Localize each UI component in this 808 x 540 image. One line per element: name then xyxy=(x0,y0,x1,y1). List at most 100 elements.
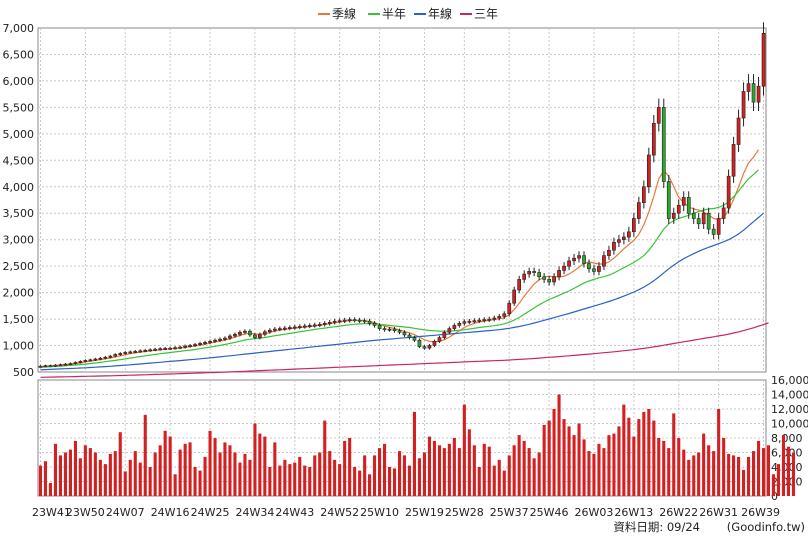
price-tick-label: 4,500 xyxy=(3,154,35,167)
candle-body xyxy=(636,202,641,219)
volume-bar xyxy=(268,467,272,496)
price-axis: 500 1,000 1,500 2,000 2,500 3,000 3,500 4,000 4,… xyxy=(3,22,35,379)
candle-body xyxy=(706,212,711,230)
volume-bar xyxy=(432,440,436,496)
x-tick-label: 25W10 xyxy=(360,506,399,519)
candle-body xyxy=(457,322,462,326)
candle-body xyxy=(118,353,123,356)
volume-bar xyxy=(203,456,207,496)
volume-tick-label: 2,000 xyxy=(771,476,803,489)
volume-bar xyxy=(83,445,87,497)
volume-bar xyxy=(637,419,641,496)
candle-body xyxy=(183,345,188,348)
stock-chart: 500 1,000 1,500 2,000 2,500 3,000 3,500 4,000 4,… xyxy=(0,0,808,540)
candle-body xyxy=(262,331,267,335)
volume-bar xyxy=(662,440,666,496)
candle-body xyxy=(721,207,726,219)
candle-body xyxy=(312,324,317,327)
volume-bar xyxy=(318,452,322,496)
candle-body xyxy=(607,250,611,256)
candle-body xyxy=(671,212,676,219)
candle-body xyxy=(397,330,402,333)
volume-bar xyxy=(43,461,47,496)
candle-body xyxy=(63,363,68,366)
volume-tick-label: 14,000 xyxy=(771,389,808,402)
candle-body xyxy=(467,320,472,323)
candle-body xyxy=(567,260,571,267)
candle-body xyxy=(487,318,492,321)
candle-body xyxy=(621,236,626,240)
volume-bar xyxy=(567,426,571,496)
volume-bar xyxy=(198,470,202,496)
candle-body xyxy=(587,263,591,270)
price-tick-label: 4,000 xyxy=(3,181,35,194)
x-axis: 23W4123W50 24W07 24W16 24W25 24W34 24W43 24W52… xyxy=(32,506,780,519)
candle-body xyxy=(746,83,751,92)
volume-bar xyxy=(757,440,761,496)
volume-bar xyxy=(502,470,506,496)
volume-bar xyxy=(353,467,357,496)
volume-bar xyxy=(672,413,676,496)
candle-body xyxy=(248,330,252,336)
volume-bar xyxy=(278,465,282,496)
candle-body xyxy=(502,313,507,317)
volume-bar xyxy=(682,449,686,496)
volume-bar xyxy=(78,458,82,496)
volume-bar xyxy=(273,442,277,496)
volume-bar xyxy=(702,433,706,496)
volume-bar xyxy=(288,464,292,496)
volume-bar xyxy=(118,432,122,496)
candle-body xyxy=(138,350,143,353)
volume-bar xyxy=(492,465,496,496)
candle-body xyxy=(482,319,487,322)
volume-bar xyxy=(677,438,681,496)
x-tick-label: 24W34 xyxy=(235,506,274,519)
candle-body xyxy=(582,255,586,264)
footer-source: (Goodinfo.tw) xyxy=(727,520,805,534)
volume-bar xyxy=(378,448,382,496)
volume-bar xyxy=(762,448,766,496)
x-tick-label: 25W28 xyxy=(445,506,484,519)
volume-bar xyxy=(766,445,770,497)
volume-bar xyxy=(647,409,651,496)
volume-bar xyxy=(393,468,397,496)
volume-bar xyxy=(243,453,247,496)
volume-bar xyxy=(193,467,197,496)
volume-bar xyxy=(722,438,726,496)
volume-bar xyxy=(143,414,147,496)
candle-body xyxy=(238,331,242,335)
x-tick-label: 26W39 xyxy=(741,506,780,519)
volume-bar xyxy=(791,452,795,496)
candle-body xyxy=(287,327,292,330)
candle-body xyxy=(257,334,262,338)
candle-body xyxy=(337,320,342,323)
candle-body xyxy=(108,355,113,358)
volume-bar xyxy=(98,459,102,497)
candle-body xyxy=(58,364,63,367)
volume-bar xyxy=(712,451,716,496)
candle-body xyxy=(537,272,541,277)
candle-body xyxy=(272,328,277,331)
volume-bar xyxy=(776,464,780,496)
candle-body xyxy=(83,360,88,362)
x-tick-label: 23W50 xyxy=(66,506,105,519)
x-tick-label: 26W03 xyxy=(575,506,614,519)
volume-bar xyxy=(542,424,546,496)
volume-bar xyxy=(88,448,92,496)
candle-body xyxy=(133,351,138,353)
candle-body xyxy=(317,324,322,326)
candle-body xyxy=(666,181,671,219)
volume-bar xyxy=(298,456,302,496)
volume-bar xyxy=(368,474,372,497)
candle-body xyxy=(128,351,133,354)
candle-body xyxy=(98,357,103,360)
candle-body xyxy=(253,334,257,338)
candle-body xyxy=(751,83,756,103)
volume-bar xyxy=(178,449,182,496)
x-tick-label: 25W19 xyxy=(405,506,444,519)
candle-body xyxy=(631,218,636,232)
candle-body xyxy=(233,334,237,337)
candle-body xyxy=(711,228,716,235)
volume-bar xyxy=(223,442,227,496)
candle-body xyxy=(277,328,282,331)
